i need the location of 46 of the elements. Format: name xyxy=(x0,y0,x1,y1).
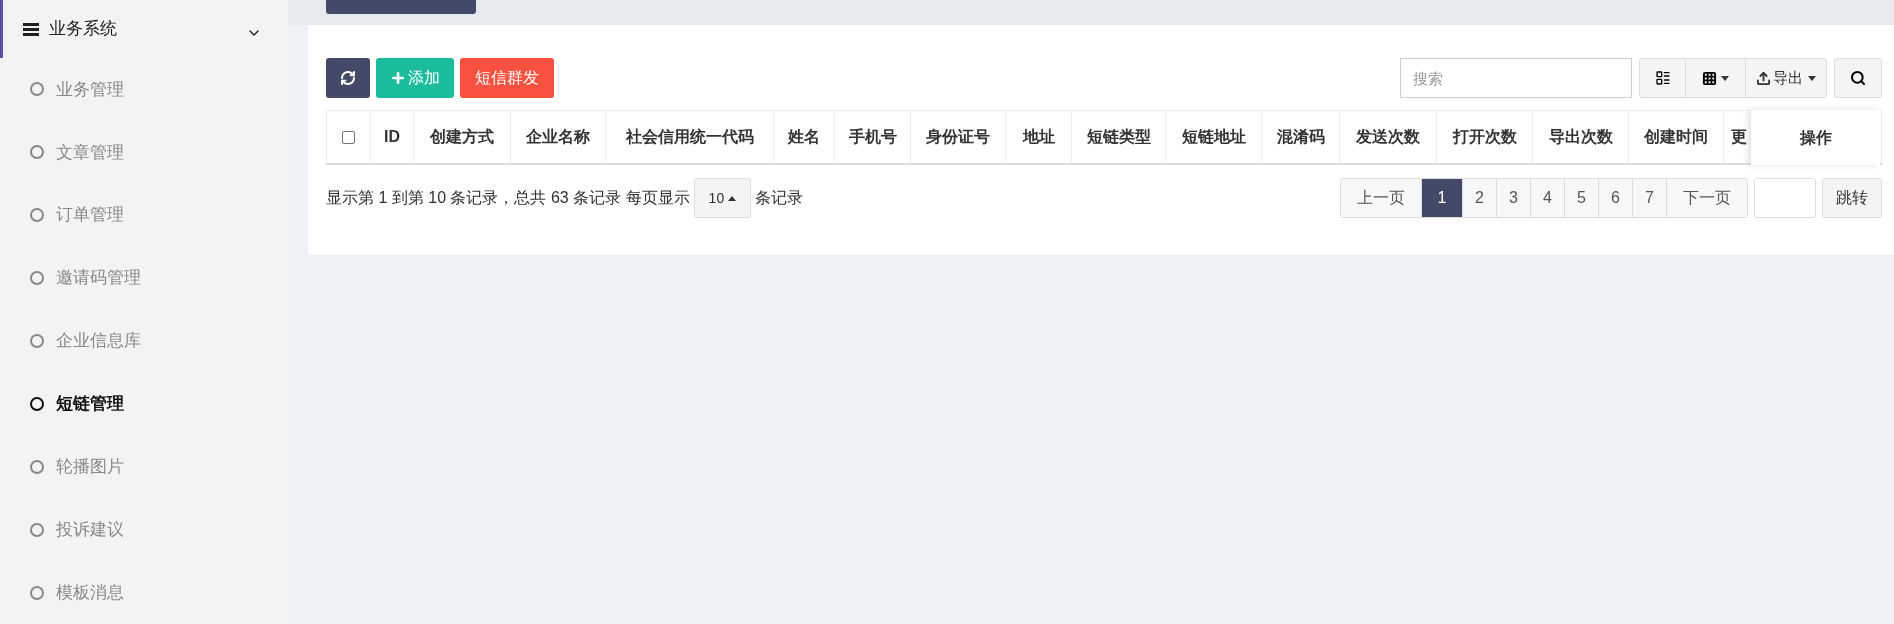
group-label: 业务系统 xyxy=(49,18,117,41)
page-button[interactable]: 4 xyxy=(1531,179,1565,217)
jump-button[interactable]: 跳转 xyxy=(1822,178,1882,218)
column-header: 身份证号 xyxy=(911,111,1006,163)
column-header: 企业名称 xyxy=(511,111,606,163)
column-header: 社会信用统一代码 xyxy=(606,111,774,163)
search-button[interactable] xyxy=(1834,58,1882,98)
column-header: 短链地址 xyxy=(1166,111,1262,163)
upload-icon xyxy=(1756,70,1771,86)
menu-icon xyxy=(23,21,39,36)
caret-icon xyxy=(728,195,737,201)
column-header: 手机号 xyxy=(835,111,911,163)
search-field[interactable]: 搜索 xyxy=(1400,58,1632,98)
page-button[interactable]: 3 xyxy=(1497,179,1531,217)
column-header: 打开次数 xyxy=(1437,111,1533,163)
column-header: 姓名 xyxy=(774,111,835,163)
page-size-dropdown[interactable]: 10 xyxy=(693,178,752,218)
prev-page-button[interactable]: 上一页 xyxy=(1341,179,1422,217)
next-page-button[interactable]: 下一页 xyxy=(1667,179,1747,217)
select-all-checkbox[interactable] xyxy=(342,130,355,144)
records-suffix: 条记录 xyxy=(755,188,804,208)
plus-icon xyxy=(390,70,406,86)
sidebar-item[interactable]: 短链管理 xyxy=(0,372,288,436)
page-button[interactable]: 7 xyxy=(1633,179,1667,217)
page-jump-field[interactable] xyxy=(1754,178,1816,218)
column-header: 短链类型 xyxy=(1072,111,1166,163)
column-header: ID xyxy=(371,111,414,163)
column-header: 导出次数 xyxy=(1533,111,1629,163)
page-button[interactable]: 2 xyxy=(1463,179,1497,217)
records-summary: 显示第 1 到第 10 条记录，总共 63 条记录 每页显示 xyxy=(326,188,690,208)
column-header: 地址 xyxy=(1006,111,1072,163)
page-button[interactable]: 5 xyxy=(1565,179,1599,217)
column-header: 发送次数 xyxy=(1340,111,1437,163)
refresh-button[interactable] xyxy=(326,58,370,98)
column-header: 创建时间 xyxy=(1629,111,1724,163)
caret-icon xyxy=(1808,75,1816,81)
column-header: 创建方式 xyxy=(414,111,511,163)
grid-icon xyxy=(1702,70,1717,86)
column-header: 操作 xyxy=(1751,110,1880,165)
search-icon xyxy=(1850,70,1866,86)
page-button[interactable]: 1 xyxy=(1422,179,1463,217)
column-header: 混淆码 xyxy=(1262,111,1340,163)
refresh-icon xyxy=(340,70,356,86)
caret-icon xyxy=(1721,75,1729,81)
list-icon xyxy=(1654,70,1671,86)
page-button[interactable]: 6 xyxy=(1599,179,1633,217)
